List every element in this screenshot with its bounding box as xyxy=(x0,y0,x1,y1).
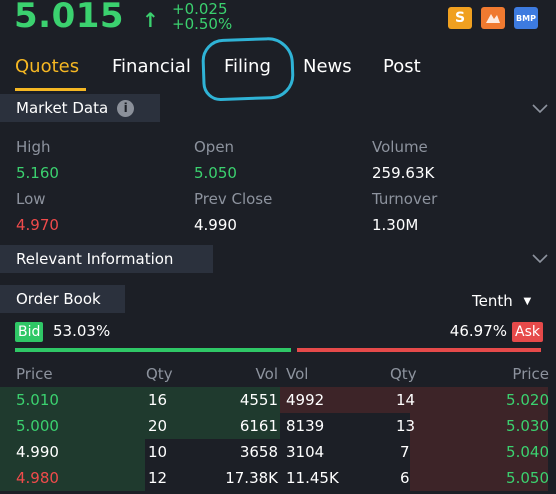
low-label: Low xyxy=(16,190,46,208)
ask-price[interactable]: 5.030 xyxy=(506,417,549,435)
ask-qty-header: Qty xyxy=(390,365,417,383)
order-book-header: Order Book xyxy=(0,285,125,313)
turnover-label: Turnover xyxy=(372,190,438,208)
ask-qty: 6 xyxy=(400,469,410,487)
bid-qty: 16 xyxy=(148,391,168,409)
ask-qty: 14 xyxy=(396,391,416,409)
ask-price-header: Price xyxy=(512,365,549,383)
bid-price[interactable]: 5.000 xyxy=(16,417,59,435)
bid-percent: 53.03% xyxy=(53,322,111,340)
low-value: 4.970 xyxy=(16,216,59,234)
chevron-down-icon[interactable] xyxy=(532,254,548,264)
hk-badge-icon[interactable] xyxy=(481,7,505,29)
depth-selector[interactable]: Tenth ▼ xyxy=(472,292,531,310)
relevant-info-title: Relevant Information xyxy=(16,250,174,268)
market-data-title: Market Data xyxy=(16,99,109,117)
ask-price[interactable]: 5.050 xyxy=(506,469,549,487)
ask-vol: 4992 xyxy=(286,391,325,409)
ask-ratio-bar xyxy=(297,348,541,352)
s-badge-icon[interactable]: S xyxy=(448,7,472,29)
flag-icon xyxy=(486,14,500,23)
order-book-title: Order Book xyxy=(16,290,101,308)
tab-financial[interactable]: Financial xyxy=(112,56,191,77)
turnover-value: 1.30M xyxy=(372,216,419,234)
annotation-circle xyxy=(200,36,296,102)
ask-tag: Ask xyxy=(512,322,543,342)
bid-price[interactable]: 4.990 xyxy=(16,443,59,461)
up-arrow-icon: ↑ xyxy=(142,8,159,32)
market-data-header[interactable]: Market Data i xyxy=(0,94,160,122)
prev-close-value: 4.990 xyxy=(194,216,237,234)
depth-value: Tenth xyxy=(472,292,513,310)
ask-price[interactable]: 5.020 xyxy=(506,391,549,409)
volume-value: 259.63K xyxy=(372,164,435,182)
bid-price-header: Price xyxy=(16,365,53,383)
chevron-down-icon[interactable] xyxy=(532,104,548,114)
high-value: 5.160 xyxy=(16,164,59,182)
open-value: 5.050 xyxy=(194,164,237,182)
bid-price[interactable]: 4.980 xyxy=(16,469,59,487)
info-icon[interactable]: i xyxy=(117,99,135,117)
bid-qty: 20 xyxy=(148,417,168,435)
bid-price[interactable]: 5.010 xyxy=(16,391,59,409)
bid-ratio-bar xyxy=(15,348,291,352)
bid-vol: 4551 xyxy=(239,391,278,409)
price-change-percent: +0.50% xyxy=(172,15,233,33)
bid-qty: 10 xyxy=(148,443,168,461)
ask-price[interactable]: 5.040 xyxy=(506,443,549,461)
ask-qty: 7 xyxy=(400,443,410,461)
tab-quotes[interactable]: Quotes xyxy=(15,56,79,77)
caret-down-icon: ▼ xyxy=(523,296,532,307)
bmp-badge-icon[interactable]: BMP xyxy=(514,7,538,29)
ask-vol: 8139 xyxy=(286,417,325,435)
bid-vol: 6161 xyxy=(239,417,278,435)
ask-vol: 11.45K xyxy=(286,469,339,487)
ask-vol-header: Vol xyxy=(286,365,309,383)
tab-news[interactable]: News xyxy=(303,56,352,77)
quote-header: 5.015 ↑ +0.025 +0.50% S BMP xyxy=(0,0,556,38)
last-price: 5.015 xyxy=(14,0,125,36)
active-tab-underline xyxy=(15,88,86,91)
bid-vol-header: Vol xyxy=(255,365,278,383)
high-label: High xyxy=(16,138,51,156)
open-label: Open xyxy=(194,138,235,156)
ask-qty: 13 xyxy=(396,417,416,435)
relevant-info-header[interactable]: Relevant Information xyxy=(0,245,213,273)
ask-percent: 46.97% xyxy=(449,322,507,340)
bid-vol: 3658 xyxy=(239,443,278,461)
prev-close-label: Prev Close xyxy=(194,190,273,208)
volume-label: Volume xyxy=(372,138,428,156)
bid-vol: 17.38K xyxy=(225,469,278,487)
bid-tag: Bid xyxy=(15,322,44,342)
bid-qty-header: Qty xyxy=(146,365,173,383)
tab-post[interactable]: Post xyxy=(383,56,421,77)
ask-vol: 3104 xyxy=(286,443,325,461)
bid-qty: 12 xyxy=(148,469,168,487)
